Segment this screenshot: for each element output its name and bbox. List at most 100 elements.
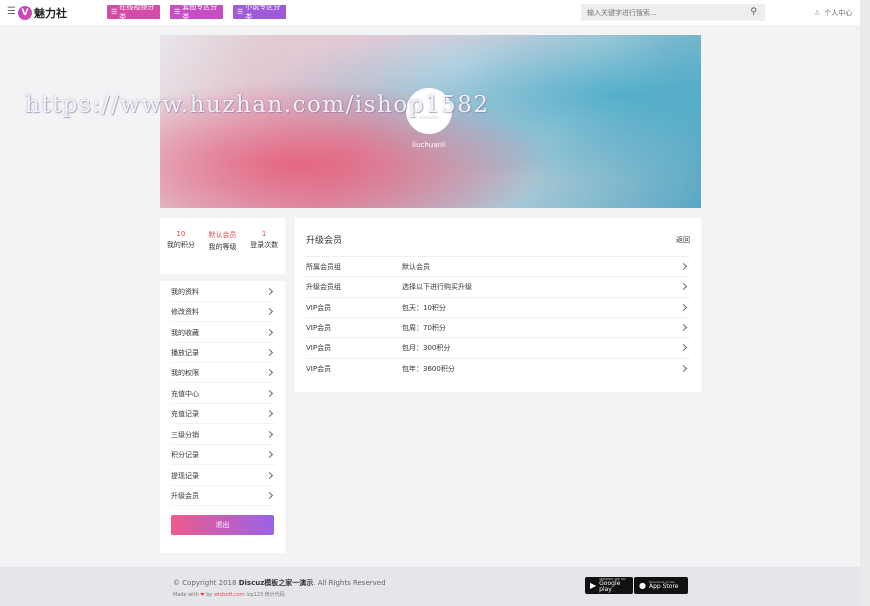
app-store-badge[interactable]: ● Download on the App Store (634, 577, 688, 594)
menu-item-label: 升级会员 (171, 491, 199, 500)
menu-item-permissions[interactable]: 我的权限 (171, 363, 275, 383)
menu-item-label: 积分记录 (171, 450, 199, 459)
menu-item-points-history[interactable]: 积分记录 (171, 445, 275, 465)
account-menu: 我的资料 修改资料 我的收藏 播放记录 我的权限 充值中心 充值记录 三级分销 … (160, 281, 285, 553)
member-row[interactable]: VIP会员 包天：10积分 (306, 297, 690, 317)
row-value: 包月：300积分 (402, 343, 451, 352)
menu-item-distribution[interactable]: 三级分销 (171, 425, 275, 445)
apple-icon: ● (639, 581, 646, 590)
user-icon: ♙ (814, 9, 821, 17)
menu-item-recharge-history[interactable]: 充值记录 (171, 404, 275, 424)
menu-item-profile[interactable]: 我的资料 (171, 282, 275, 302)
user-center-label: 个人中心 (824, 9, 853, 17)
username: liuchuanli (412, 141, 446, 149)
chevron-right-icon (679, 343, 688, 352)
play-icon: ▶ (590, 581, 597, 590)
chevron-right-icon (265, 287, 274, 296)
list-icon: ☰ (174, 8, 181, 16)
list-icon: ☰ (237, 8, 244, 16)
chevron-right-icon (265, 409, 274, 418)
menu-item-edit-profile[interactable]: 修改资料 (171, 302, 275, 322)
menu-item-play-history[interactable]: 播放记录 (171, 343, 275, 363)
logout-button[interactable]: 退出 (171, 515, 274, 535)
menu-item-withdraw-history[interactable]: 提现记录 (171, 466, 275, 486)
category-gallery-button[interactable]: ☰ 套图专区分类 (170, 3, 223, 21)
icp-text[interactable]: icp123 统计代码 (246, 592, 284, 598)
row-value: 包年：3600积分 (402, 364, 455, 373)
chevron-right-icon (679, 364, 688, 373)
row-label: VIP会员 (306, 364, 332, 373)
member-row[interactable]: 所属会员组 默认会员 (306, 256, 690, 276)
menu-icon[interactable]: ☰ (7, 6, 16, 17)
row-value: 选择以下进行购买升级 (402, 282, 472, 291)
member-row[interactable]: 升级会员组 选择以下进行购买升级 (306, 276, 690, 296)
row-value: 包天：10积分 (402, 303, 446, 312)
top-bar: ☰ V 魅力社 ☰ 在线视频分类 ☰ 套图专区分类 ☰ 小说专区分类 ⚲ ♙ 个… (0, 0, 860, 25)
chevron-right-icon (679, 303, 688, 312)
made-link[interactable]: wtdsoft.com (214, 592, 245, 598)
made-by-text: by (206, 592, 213, 598)
row-label: VIP会员 (306, 323, 332, 332)
scrollbar[interactable] (860, 0, 870, 606)
category-label: 套图专区分类 (182, 3, 218, 21)
user-center-link[interactable]: ♙ 个人中心 (814, 8, 852, 18)
category-video-button[interactable]: ☰ 在线视频分类 (107, 3, 160, 21)
row-label: 升级会员组 (306, 282, 341, 291)
row-label: VIP会员 (306, 343, 332, 352)
watermark: https://www.huzhan.com/ishop1582 (25, 92, 490, 118)
chevron-right-icon (265, 328, 274, 337)
member-row[interactable]: VIP会员 包周：70积分 (306, 317, 690, 337)
menu-item-label: 提现记录 (171, 471, 199, 480)
menu-item-label: 播放记录 (171, 348, 199, 357)
member-row[interactable]: VIP会员 包月：300积分 (306, 337, 690, 357)
chevron-right-icon (265, 348, 274, 357)
upgrade-panel: 升级会员 返回 所属会员组 默认会员 升级会员组 选择以下进行购买升级 VIP会员包… (295, 218, 701, 392)
menu-item-upgrade[interactable]: 升级会员 (171, 486, 275, 506)
logo-text: 魅力社 (34, 7, 67, 20)
stat-label: 我的积分 (166, 241, 195, 249)
copyright-prefix: © Copyright 2018 (173, 579, 239, 587)
copyright-suffix: . All Rights Reserved (313, 579, 386, 587)
menu-item-label: 我的资料 (171, 287, 199, 296)
copyright-site[interactable]: Discuz模板之家一演示 (239, 579, 314, 587)
chevron-right-icon (265, 368, 274, 377)
stats-card: 10 我的积分 默认会员 我的等级 1 登录次数 (160, 218, 285, 274)
chevron-right-icon (265, 450, 274, 459)
menu-item-label: 充值中心 (171, 389, 199, 398)
back-link[interactable]: 返回 (676, 235, 690, 245)
stat-logins: 1 登录次数 (246, 230, 282, 274)
search-icon[interactable]: ⚲ (750, 7, 757, 17)
chevron-right-icon (265, 389, 274, 398)
badge-big-text: Google play (599, 580, 621, 593)
made-with-text: Made with (173, 592, 199, 598)
search-input[interactable] (581, 8, 741, 17)
menu-item-recharge[interactable]: 充值中心 (171, 384, 275, 404)
heart-icon: ❤ (200, 592, 205, 598)
menu-item-label: 我的权限 (171, 368, 199, 377)
category-label: 小说专区分类 (245, 3, 281, 21)
copyright: © Copyright 2018 Discuz模板之家一演示. All Righ… (173, 578, 386, 588)
stat-label: 登录次数 (250, 241, 279, 249)
google-play-badge[interactable]: ▶ ANDROID APP ON Google play (585, 577, 633, 594)
menu-item-label: 修改资料 (171, 307, 199, 316)
made-with: Made with ❤ by wtdsoft.com icp123 统计代码 (173, 591, 285, 598)
row-label: VIP会员 (306, 303, 332, 312)
panel-title: 升级会员 (306, 236, 343, 246)
chevron-right-icon (679, 262, 688, 271)
menu-item-favorites[interactable]: 我的收藏 (171, 323, 275, 343)
category-novel-button[interactable]: ☰ 小说专区分类 (233, 3, 286, 21)
chevron-right-icon (679, 282, 688, 291)
chevron-right-icon (265, 491, 274, 500)
stat-points: 10 我的积分 (163, 230, 199, 274)
category-label: 在线视频分类 (119, 3, 155, 21)
chevron-right-icon (265, 430, 274, 439)
search-box: ⚲ (581, 4, 765, 21)
menu-item-label: 我的收藏 (171, 328, 199, 337)
stat-level: 默认会员 我的等级 (204, 230, 240, 274)
stat-value: 默认会员 (208, 231, 237, 239)
chevron-right-icon (265, 307, 274, 316)
row-value: 包周：70积分 (402, 323, 446, 332)
site-logo[interactable]: V 魅力社 (18, 5, 67, 21)
badge-big-text: App Store (648, 583, 679, 590)
member-row[interactable]: VIP会员 包年：3600积分 (306, 358, 690, 378)
